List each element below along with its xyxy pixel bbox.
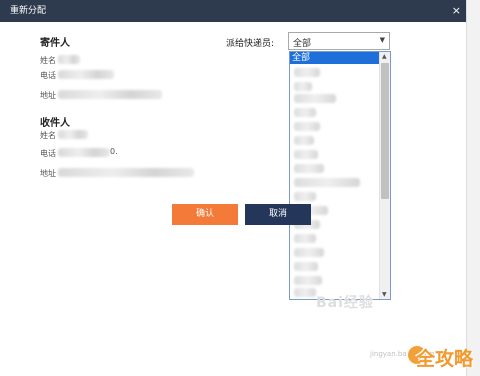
recipient-address-label: 地址 [40,169,56,178]
close-icon[interactable]: × [452,0,461,22]
cancel-button[interactable]: 取消 [245,204,311,225]
dropdown-option[interactable] [294,276,322,285]
courier-select[interactable]: 全部 ▼ [288,32,390,50]
dropdown-option[interactable] [294,192,316,201]
corner-watermark-text: 全攻略 [416,348,474,370]
sender-address-value [58,90,162,99]
dialog-titlebar: 重新分配 × [0,0,467,22]
confirm-button[interactable]: 确认 [172,204,238,225]
window-edge [466,0,480,376]
sender-name-label: 姓名 [40,56,56,65]
sender-phone-label: 电话 [40,71,56,80]
scroll-down-icon[interactable]: ▼ [382,291,387,298]
recipient-name-value [58,130,88,139]
baidu-watermark: Bai经验 [316,295,374,311]
courier-dropdown-list[interactable]: 全部 ▲ ▼ [289,51,391,300]
recipient-address-value [58,168,194,177]
dropdown-option[interactable] [294,164,324,173]
dropdown-scrollbar[interactable]: ▲ ▼ [379,52,390,299]
courier-label: 派给快递员: [226,39,275,49]
dropdown-option[interactable] [294,234,316,243]
scrollbar-thumb[interactable] [381,63,389,199]
dropdown-option[interactable] [294,68,320,77]
dialog-title: 重新分配 [10,6,47,16]
dropdown-option[interactable] [294,136,314,145]
dropdown-option[interactable] [294,288,316,297]
dropdown-option[interactable] [294,94,336,103]
dropdown-option[interactable] [294,262,318,271]
recipient-heading: 收件人 [40,118,70,129]
corner-watermark: 全攻略 [404,342,478,372]
dropdown-option[interactable] [294,108,316,117]
dropdown-option[interactable] [294,122,320,131]
sender-address-label: 地址 [40,91,56,100]
sender-phone-value [58,70,114,79]
recipient-name-label: 姓名 [40,131,56,140]
dropdown-option[interactable] [294,248,324,257]
sender-heading: 寄件人 [40,38,70,49]
dropdown-option-selected[interactable]: 全部 [290,52,380,64]
courier-select-value: 全部 [293,39,312,49]
dropdown-option[interactable] [294,82,312,91]
recipient-phone-tail: 0. [110,147,118,156]
sender-name-value [58,55,80,64]
chevron-down-icon[interactable]: ▼ [380,36,385,44]
recipient-phone-value [58,148,110,157]
scroll-up-icon[interactable]: ▲ [382,53,387,60]
recipient-phone-label: 电话 [40,149,56,158]
dropdown-option[interactable] [294,178,360,187]
dropdown-option[interactable] [294,150,318,159]
